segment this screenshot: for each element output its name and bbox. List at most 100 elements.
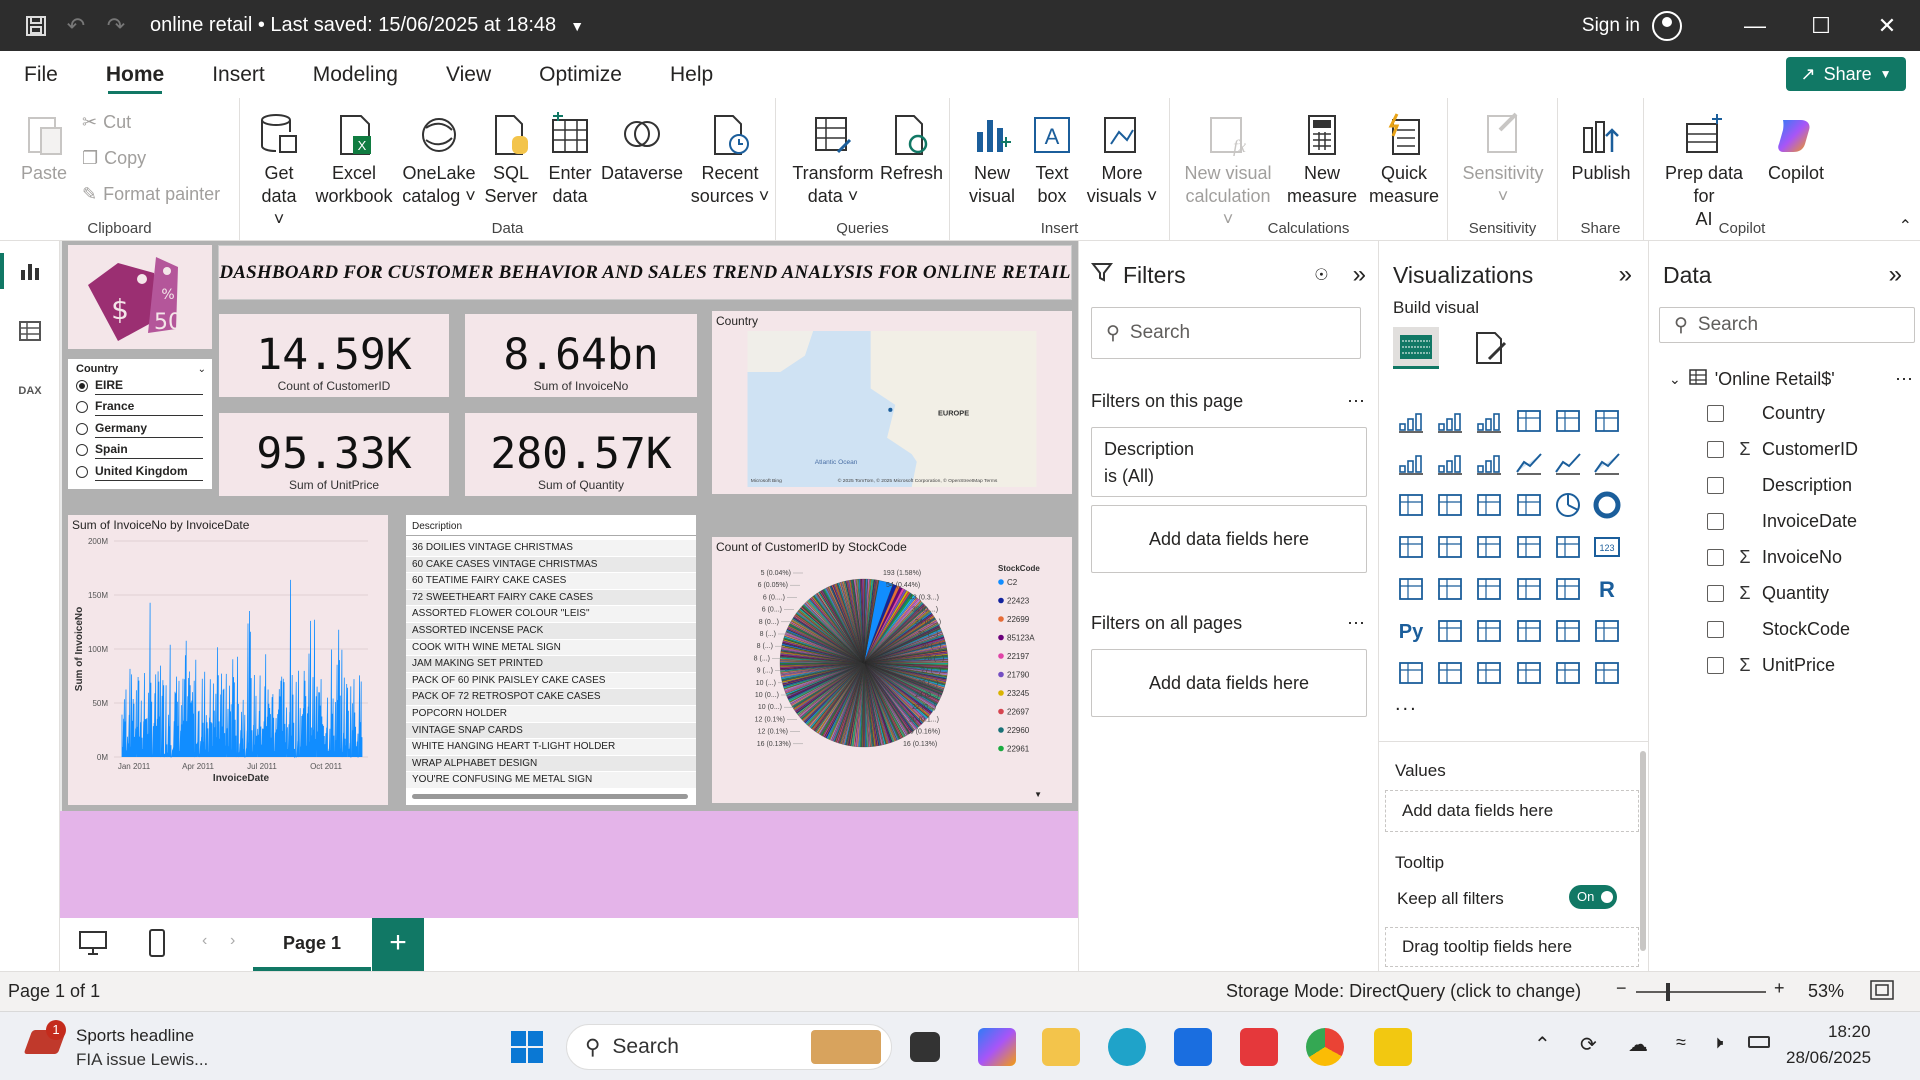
eye-icon[interactable]: ☉ [1314,265,1328,285]
area-chart-icon[interactable] [1430,446,1469,480]
line-clustered-icon[interactable] [1391,488,1430,522]
windows-start-icon[interactable] [508,1028,546,1066]
legend-scroll-icon[interactable]: ▼ [1034,790,1042,799]
undo-icon[interactable]: ↶ [56,0,96,51]
table-row[interactable]: WHITE HANGING HEART T-LIGHT HOLDER [406,739,696,756]
qa-icon[interactable] [1509,614,1548,648]
field-invoicedate[interactable]: InvoiceDate [1649,503,1920,539]
field-customerid[interactable]: Σ CustomerID [1649,431,1920,467]
quick-measure-button[interactable]: Quick measure [1366,112,1442,208]
wps-office-icon[interactable] [1240,1028,1278,1066]
map-icon[interactable] [1430,530,1469,564]
task-view-icon[interactable] [910,1032,940,1062]
onelake-catalog-button[interactable]: OneLake catalog ˅ [400,112,478,208]
pie-icon[interactable] [1548,488,1587,522]
power-automate-icon[interactable] [1548,656,1587,690]
field-country[interactable]: Country [1649,395,1920,431]
kpi-card-customers[interactable]: 14.59K Count of CustomerID [219,314,449,397]
table-row[interactable]: POPCORN HOLDER [406,705,696,723]
description-table[interactable]: Description 36 DOILIES VINTAGE CHRISTMAS… [406,515,696,805]
sql-server-button[interactable]: SQL Server [484,112,538,208]
close-icon[interactable]: ✕ [1854,13,1920,39]
sign-in-link[interactable]: Sign in [1582,15,1640,37]
transform-data-button[interactable]: Transform data ˅ [790,112,876,208]
table-row[interactable]: 60 TEATIME FAIRY CAKE CASES [406,573,696,590]
field-description[interactable]: Description [1649,467,1920,503]
checkbox[interactable] [1707,440,1724,458]
more-visuals-ellipsis[interactable]: ... [1395,693,1418,716]
enter-data-button[interactable]: Enter data [544,112,596,208]
slicer-item-united-kingdom[interactable]: United Kingdom [68,461,212,483]
slicer-item-germany[interactable]: Germany [68,418,212,440]
values-drop-well[interactable]: Add data fields here [1385,790,1639,832]
treemap-icon[interactable] [1391,530,1430,564]
collapse-filters-icon[interactable]: » [1353,261,1366,289]
checkbox[interactable] [1707,656,1724,674]
more-options-icon[interactable]: ⋯ [1347,613,1365,634]
r-visual-icon[interactable]: R [1588,572,1627,606]
get-data-button[interactable]: Get data ˅ [254,112,304,231]
kpi-card-unitprice[interactable]: 95.33K Sum of UnitPrice [219,413,449,496]
more-icon[interactable] [1588,656,1627,690]
new-visual-button[interactable]: New visual [964,112,1020,208]
more-options-icon[interactable]: ⋯ [1347,391,1365,412]
refresh-button[interactable]: Refresh [880,112,943,185]
table-viz-icon[interactable] [1509,572,1548,606]
table-row[interactable]: PACK OF 60 PINK PAISLEY CAKE CASES [406,672,696,690]
menu-modeling[interactable]: Modeling [289,51,422,98]
publish-button[interactable]: Publish [1568,112,1634,185]
format-visual-tab-icon[interactable] [1471,329,1511,372]
menu-file[interactable]: File [0,51,82,98]
field-unitprice[interactable]: Σ UnitPrice [1649,647,1920,683]
column-chart-icon[interactable] [1509,404,1548,438]
azure-map-icon[interactable] [1509,530,1548,564]
maximize-icon[interactable]: ☐ [1788,13,1854,39]
kpi-icon[interactable] [1430,572,1469,606]
country-map[interactable]: Country EUROPE Atlantic Ocean Microsoft … [712,311,1072,494]
collapse-visualizations-icon[interactable]: » [1619,261,1632,289]
page-filter-drop-well[interactable]: Add data fields here [1091,505,1367,573]
table-row[interactable]: 36 DOILIES VINTAGE CHRISTMAS [406,540,696,557]
table-row[interactable]: PACK OF 72 RETROSPOT CAKE CASES [406,689,696,706]
stacked-column-icon[interactable] [1548,404,1587,438]
taskbar-search-input[interactable]: ⚲ Search [566,1024,892,1070]
waterfall-icon[interactable] [1430,488,1469,522]
edge-browser-icon[interactable] [1108,1028,1146,1066]
stacked-area-icon[interactable] [1470,446,1509,480]
filled-map-icon[interactable] [1470,530,1509,564]
minimize-icon[interactable]: — [1722,13,1788,39]
checkbox[interactable] [1707,476,1724,494]
table-row[interactable]: WRAP ALPHABET DESIGN [406,755,696,773]
gauge-icon[interactable] [1548,530,1587,564]
avatar-icon[interactable] [1652,10,1682,41]
stockcode-pie-chart[interactable]: Count of CustomerID by StockCode 5 (0.04… [712,537,1072,803]
vertical-scrollbar[interactable] [1640,751,1646,951]
clock-time[interactable]: 18:20 [1828,1022,1871,1042]
scatter-icon[interactable] [1509,488,1548,522]
cut-button[interactable]: ✂ Cut [82,112,131,133]
field-quantity[interactable]: Σ Quantity [1649,575,1920,611]
stacked-bar-icon[interactable] [1391,404,1430,438]
new-measure-button[interactable]: New measure [1284,112,1360,208]
clock-date[interactable]: 28/06/2025 [1786,1048,1871,1068]
slicer-icon[interactable] [1470,572,1509,606]
zoom-in-icon[interactable]: + [1774,978,1785,999]
goals-icon[interactable] [1588,614,1627,648]
card-icon[interactable]: 123 [1588,530,1627,564]
next-page-icon[interactable]: › [230,932,235,950]
new-card-icon[interactable] [1430,656,1469,690]
menu-insert[interactable]: Insert [188,51,289,98]
paste-button[interactable]: Paste [14,112,74,185]
table-view-icon[interactable] [0,301,60,361]
key-influencers-icon[interactable] [1430,614,1469,648]
format-painter-button[interactable]: ✎ Format painter [82,184,220,205]
report-view-icon[interactable] [0,241,60,301]
multi-row-card-icon[interactable] [1391,572,1430,606]
table-row[interactable]: 60 CAKE CASES VINTAGE CHRISTMAS [406,556,696,574]
python-visual-icon[interactable]: Py [1391,614,1430,648]
menu-home[interactable]: Home [82,51,188,98]
volume-icon[interactable]: 🕨 [1712,1032,1723,1053]
zoom-slider[interactable] [1636,983,1766,1001]
table-row[interactable]: VINTAGE SNAP CARDS [406,722,696,740]
donut-icon[interactable] [1588,488,1627,522]
